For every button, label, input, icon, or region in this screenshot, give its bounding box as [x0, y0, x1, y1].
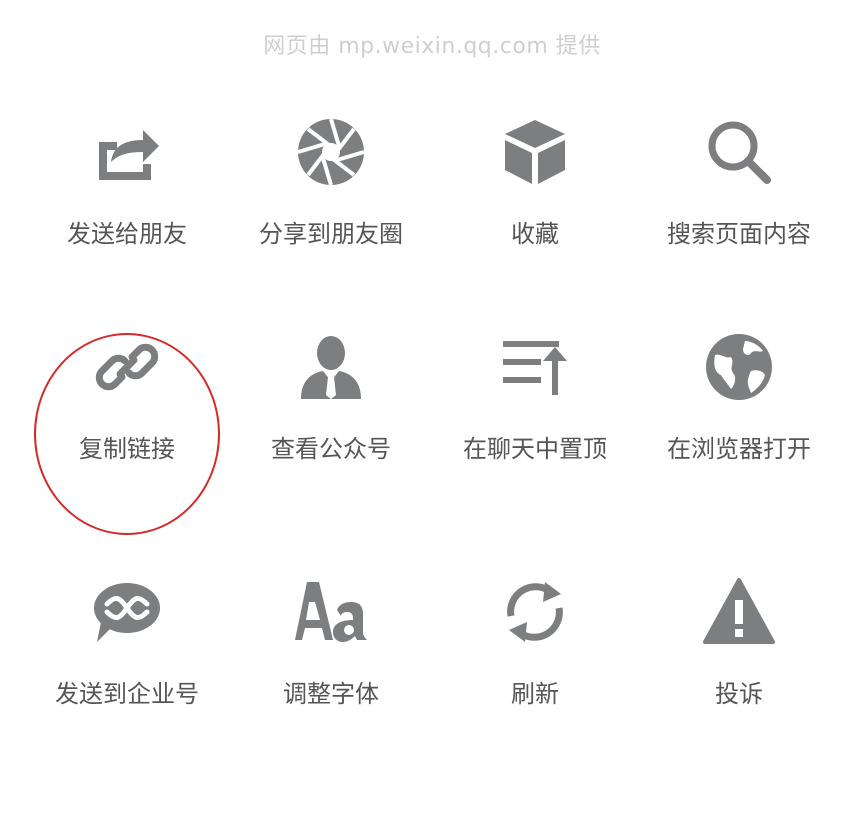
- send-to-enterprise-button[interactable]: 发送到企业号: [25, 550, 229, 795]
- provider-text: 网页由 mp.weixin.qq.com 提供: [263, 34, 601, 59]
- action-label: 查看公众号: [271, 435, 391, 463]
- font-size-icon: [291, 572, 371, 652]
- share-menu-panel: 网页由 mp.weixin.qq.com 提供 发送给朋友 分享到朋友圈 收藏 …: [0, 0, 864, 819]
- action-label: 复制链接: [79, 435, 175, 463]
- action-label: 分享到朋友圈: [259, 220, 403, 248]
- action-label: 调整字体: [283, 680, 379, 708]
- report-button[interactable]: 投诉: [637, 550, 841, 795]
- warning-icon: [699, 572, 779, 652]
- search-page-button[interactable]: 搜索页面内容: [637, 90, 841, 305]
- action-grid: 发送给朋友 分享到朋友圈 收藏 搜索页面内容 复制链接 查看公众号 在聊天中置顶…: [25, 90, 841, 795]
- action-label: 投诉: [715, 680, 763, 708]
- enterprise-chat-bubble-icon: [87, 572, 167, 652]
- pin-chat-top-button[interactable]: 在聊天中置顶: [433, 305, 637, 550]
- share-to-moments-button[interactable]: 分享到朋友圈: [229, 90, 433, 305]
- pin-to-top-icon: [495, 327, 575, 407]
- search-icon: [699, 112, 779, 192]
- share-arrow-icon: [87, 112, 167, 192]
- view-official-account-button[interactable]: 查看公众号: [229, 305, 433, 550]
- action-label: 发送给朋友: [67, 220, 187, 248]
- action-label: 在浏览器打开: [667, 435, 811, 463]
- action-label: 搜索页面内容: [667, 220, 811, 248]
- copy-link-button[interactable]: 复制链接: [25, 305, 229, 550]
- refresh-button[interactable]: 刷新: [433, 550, 637, 795]
- action-label: 在聊天中置顶: [463, 435, 607, 463]
- link-icon: [87, 327, 167, 407]
- favorite-button[interactable]: 收藏: [433, 90, 637, 305]
- open-in-browser-button[interactable]: 在浏览器打开: [637, 305, 841, 550]
- action-label: 收藏: [511, 220, 559, 248]
- action-label: 刷新: [511, 680, 559, 708]
- send-to-friend-button[interactable]: 发送给朋友: [25, 90, 229, 305]
- action-label: 发送到企业号: [55, 680, 199, 708]
- favorite-cube-icon: [495, 112, 575, 192]
- refresh-icon: [495, 572, 575, 652]
- adjust-font-button[interactable]: 调整字体: [229, 550, 433, 795]
- moments-aperture-icon: [291, 112, 371, 192]
- official-account-person-icon: [291, 327, 371, 407]
- globe-icon: [699, 327, 779, 407]
